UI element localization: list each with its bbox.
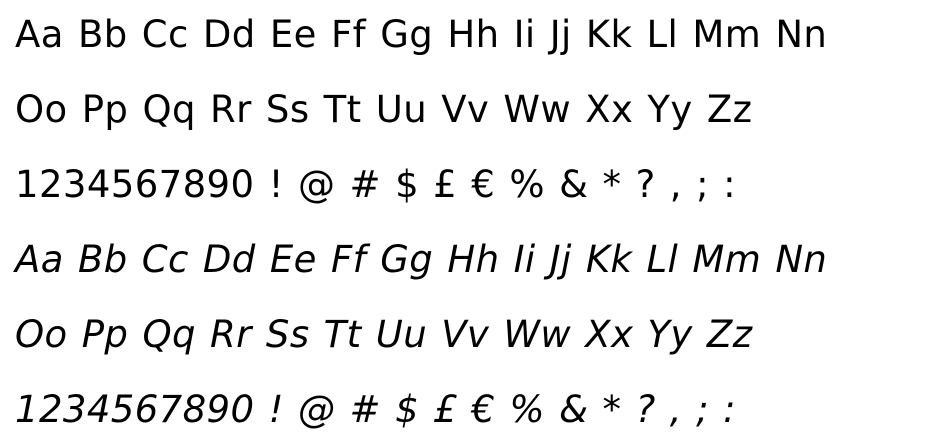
italic-alphabet-line-2: Oo Pp Qq Rr Ss Tt Uu Vv Ww Xx Yy Zz bbox=[15, 313, 753, 356]
regular-alphabet-line-2: Oo Pp Qq Rr Ss Tt Uu Vv Ww Xx Yy Zz bbox=[15, 88, 753, 131]
italic-alphabet-line-1: Aa Bb Cc Dd Ee Ff Gg Hh Ii Jj Kk Ll Mm N… bbox=[15, 238, 828, 281]
regular-alphabet-line-1: Aa Bb Cc Dd Ee Ff Gg Hh Ii Jj Kk Ll Mm N… bbox=[15, 13, 828, 56]
font-specimen: Aa Bb Cc Dd Ee Ff Gg Hh Ii Jj Kk Ll Mm N… bbox=[0, 0, 925, 445]
italic-numerals-symbols-line: 1234567890 ! @ # $ £ € % & * ? , ; : bbox=[15, 388, 736, 431]
regular-numerals-symbols-line: 1234567890 ! @ # $ £ € % & * ? , ; : bbox=[15, 163, 736, 206]
